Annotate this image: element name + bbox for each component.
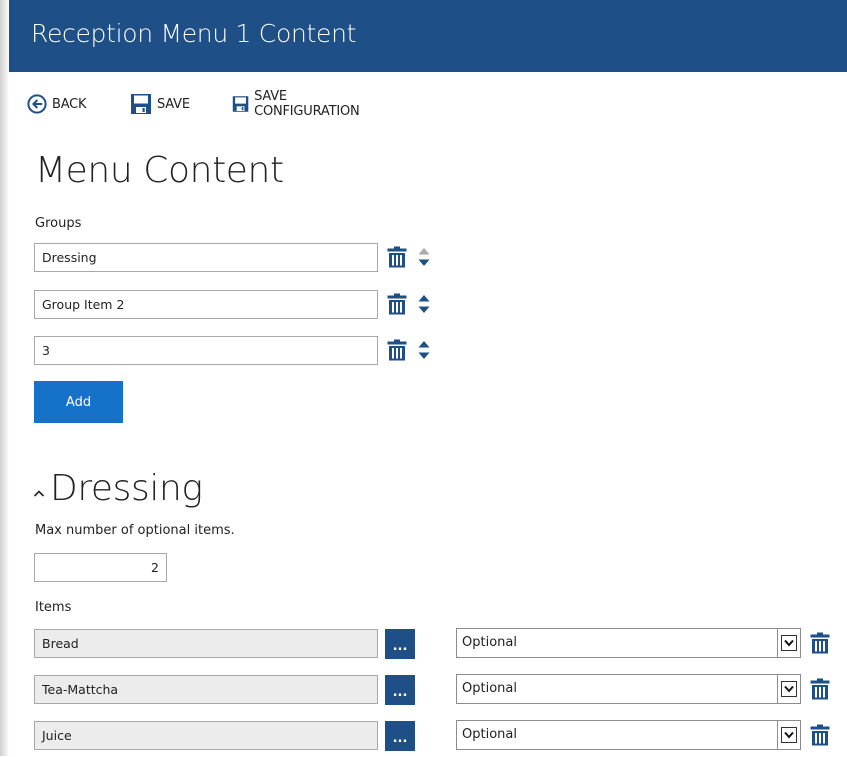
items-label: Items xyxy=(35,600,72,615)
back-arrow-icon xyxy=(27,94,47,114)
item-option-select[interactable]: Optional xyxy=(456,628,801,658)
chevron-down-icon xyxy=(781,727,797,743)
floppy-disk-icon xyxy=(131,94,151,114)
group-input[interactable]: Dressing xyxy=(34,243,378,272)
trash-icon[interactable] xyxy=(810,632,830,654)
item-name-input[interactable]: Tea-Mattcha xyxy=(34,675,378,704)
trash-icon[interactable] xyxy=(387,339,407,361)
trash-icon[interactable] xyxy=(810,724,830,746)
max-optional-input[interactable]: 2 xyxy=(34,553,167,582)
group-input[interactable]: 3 xyxy=(34,336,378,365)
dropdown-arrow[interactable] xyxy=(777,629,800,657)
save-configuration-button[interactable]: SAVE CONFIGURATION xyxy=(232,89,364,119)
item-option-value: Optional xyxy=(462,681,517,696)
item-option-value: Optional xyxy=(462,727,517,742)
save-configuration-label: SAVE CONFIGURATION xyxy=(254,89,360,119)
back-label: BACK xyxy=(52,96,87,112)
save-label: SAVE xyxy=(157,96,190,112)
item-name-input[interactable]: Bread xyxy=(34,629,378,658)
item-option-value: Optional xyxy=(462,635,517,650)
max-optional-label: Max number of optional items. xyxy=(35,523,235,538)
sort-arrows-icon[interactable] xyxy=(418,246,430,268)
sort-arrows-icon[interactable] xyxy=(418,293,430,315)
trash-icon[interactable] xyxy=(387,246,407,268)
trash-icon[interactable] xyxy=(810,678,830,700)
item-option-select[interactable]: Optional xyxy=(456,720,801,750)
title-bar: Reception Menu 1 Content xyxy=(9,0,847,72)
chevron-down-icon xyxy=(781,635,797,651)
item-details-button[interactable]: ... xyxy=(385,629,415,659)
window-frame-shadow xyxy=(0,0,9,756)
trash-icon[interactable] xyxy=(387,293,407,315)
dropdown-arrow[interactable] xyxy=(777,675,800,703)
section-title: Dressing xyxy=(50,467,203,509)
sort-arrows-icon[interactable] xyxy=(418,339,430,361)
item-details-button[interactable]: ... xyxy=(385,721,415,751)
section-toggle[interactable]: Dressing xyxy=(32,464,203,512)
chevron-down-icon xyxy=(781,681,797,697)
dropdown-arrow[interactable] xyxy=(777,721,800,749)
group-input[interactable]: Group Item 2 xyxy=(34,290,378,319)
item-name-input[interactable]: Juice xyxy=(34,721,378,750)
item-details-button[interactable]: ... xyxy=(385,675,415,705)
window-title: Reception Menu 1 Content xyxy=(31,19,357,48)
chevron-up-icon xyxy=(33,490,45,497)
page-heading: Menu Content xyxy=(35,150,284,191)
item-option-select[interactable]: Optional xyxy=(456,674,801,704)
save-button[interactable]: SAVE xyxy=(130,92,190,116)
add-group-button[interactable]: Add xyxy=(34,381,123,423)
back-button[interactable]: BACK xyxy=(27,92,87,116)
floppy-disk-icon xyxy=(232,96,249,112)
groups-label: Groups xyxy=(35,216,82,231)
